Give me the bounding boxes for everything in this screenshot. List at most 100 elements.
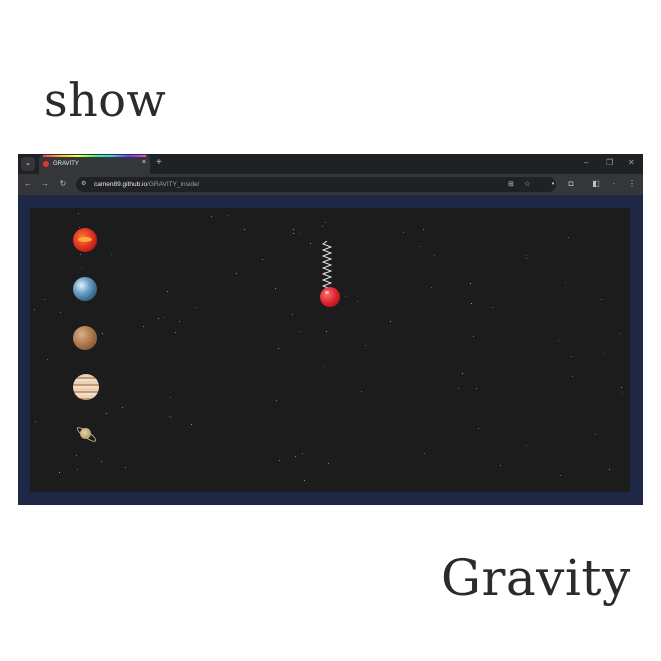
star [365, 345, 366, 346]
tab-gravity[interactable]: GRAVITY × [39, 154, 150, 174]
star [60, 312, 61, 313]
star [195, 307, 196, 308]
star [302, 453, 303, 454]
profile-icon[interactable]: · [609, 179, 619, 189]
star [293, 229, 294, 230]
star [81, 267, 82, 268]
star [169, 416, 170, 417]
star [175, 332, 176, 333]
tab-close-icon[interactable]: × [142, 158, 146, 168]
close-window-icon[interactable]: ✕ [628, 157, 635, 169]
star [565, 282, 566, 283]
star [76, 455, 77, 456]
forward-icon[interactable]: → [40, 179, 50, 189]
extensions-icon[interactable]: ◘ [566, 179, 576, 189]
microphone-icon[interactable]: • [548, 179, 558, 189]
translate-icon[interactable]: ⊞ [508, 180, 514, 189]
apple-icon[interactable] [320, 287, 340, 307]
star [304, 480, 305, 481]
star [424, 453, 425, 454]
browser-window: ⌄ GRAVITY × + – ❐ ✕ ← → ↻ ⚙ camen89.gith… [18, 154, 643, 505]
star [473, 336, 474, 337]
star [292, 314, 293, 315]
star [278, 348, 279, 349]
star [158, 318, 159, 319]
star [236, 273, 237, 274]
url-path: /GRAVITY_inside/ [147, 181, 200, 188]
star [295, 456, 296, 457]
star [595, 434, 596, 435]
star [293, 233, 294, 234]
star [621, 387, 622, 388]
star [143, 326, 144, 327]
star [526, 445, 527, 446]
star [111, 254, 112, 255]
page-viewport [18, 195, 643, 505]
earth-icon[interactable] [73, 277, 97, 301]
star [526, 255, 527, 256]
star [572, 376, 573, 377]
star [403, 232, 404, 233]
back-icon[interactable]: ← [23, 179, 33, 189]
star [276, 400, 277, 401]
star [170, 397, 171, 398]
star [80, 254, 81, 255]
star [227, 215, 228, 216]
star [279, 460, 280, 461]
star [326, 331, 327, 332]
star [601, 299, 602, 300]
star [163, 317, 164, 318]
url-host: camen89.github.io [94, 181, 148, 188]
star [603, 353, 604, 354]
star [125, 467, 126, 468]
address-bar[interactable]: ⚙ camen89.github.io/GRAVITY_inside/ ⊞ ☆ [76, 177, 556, 192]
saturn-icon[interactable] [80, 428, 91, 439]
restore-icon[interactable]: ❐ [606, 157, 613, 169]
sun-icon[interactable] [73, 228, 97, 252]
star [106, 413, 107, 414]
bookmark-star-icon[interactable]: ☆ [524, 180, 530, 189]
star [310, 243, 311, 244]
star [470, 283, 471, 284]
star [323, 366, 324, 367]
star [47, 359, 48, 360]
apple-shine [325, 291, 329, 294]
star [390, 321, 391, 322]
star [571, 356, 572, 357]
reload-icon[interactable]: ↻ [58, 179, 68, 189]
star [244, 229, 245, 230]
star [476, 388, 477, 389]
top-heading: show [44, 73, 167, 127]
jupiter-icon[interactable] [73, 374, 99, 400]
star [34, 309, 35, 310]
star [59, 472, 60, 473]
star [462, 373, 463, 374]
tab-title: GRAVITY [53, 161, 79, 167]
apple-favicon-icon [43, 161, 49, 167]
star [95, 342, 96, 343]
star [328, 463, 329, 464]
url-text[interactable]: camen89.github.io/GRAVITY_inside/ [94, 180, 199, 189]
star [345, 296, 346, 297]
tab-search-button[interactable]: ⌄ [21, 157, 35, 171]
star [622, 393, 623, 394]
star [35, 421, 36, 422]
star [299, 233, 300, 234]
star [526, 258, 527, 259]
star [179, 321, 180, 322]
star [101, 461, 102, 462]
star [431, 287, 432, 288]
star [122, 407, 123, 408]
star [211, 216, 212, 217]
star [324, 272, 325, 273]
menu-dots-icon[interactable]: ⋮ [627, 179, 637, 189]
minimize-icon[interactable]: – [584, 157, 588, 169]
site-info-icon[interactable]: ⚙ [81, 180, 86, 189]
star [322, 226, 323, 227]
side-panel-icon[interactable]: ◧ [591, 179, 601, 189]
mars-icon[interactable] [73, 326, 97, 350]
tab-accent-stripe [43, 155, 146, 157]
new-tab-button[interactable]: + [156, 157, 162, 169]
star [500, 465, 501, 466]
space-canvas[interactable] [30, 208, 630, 492]
